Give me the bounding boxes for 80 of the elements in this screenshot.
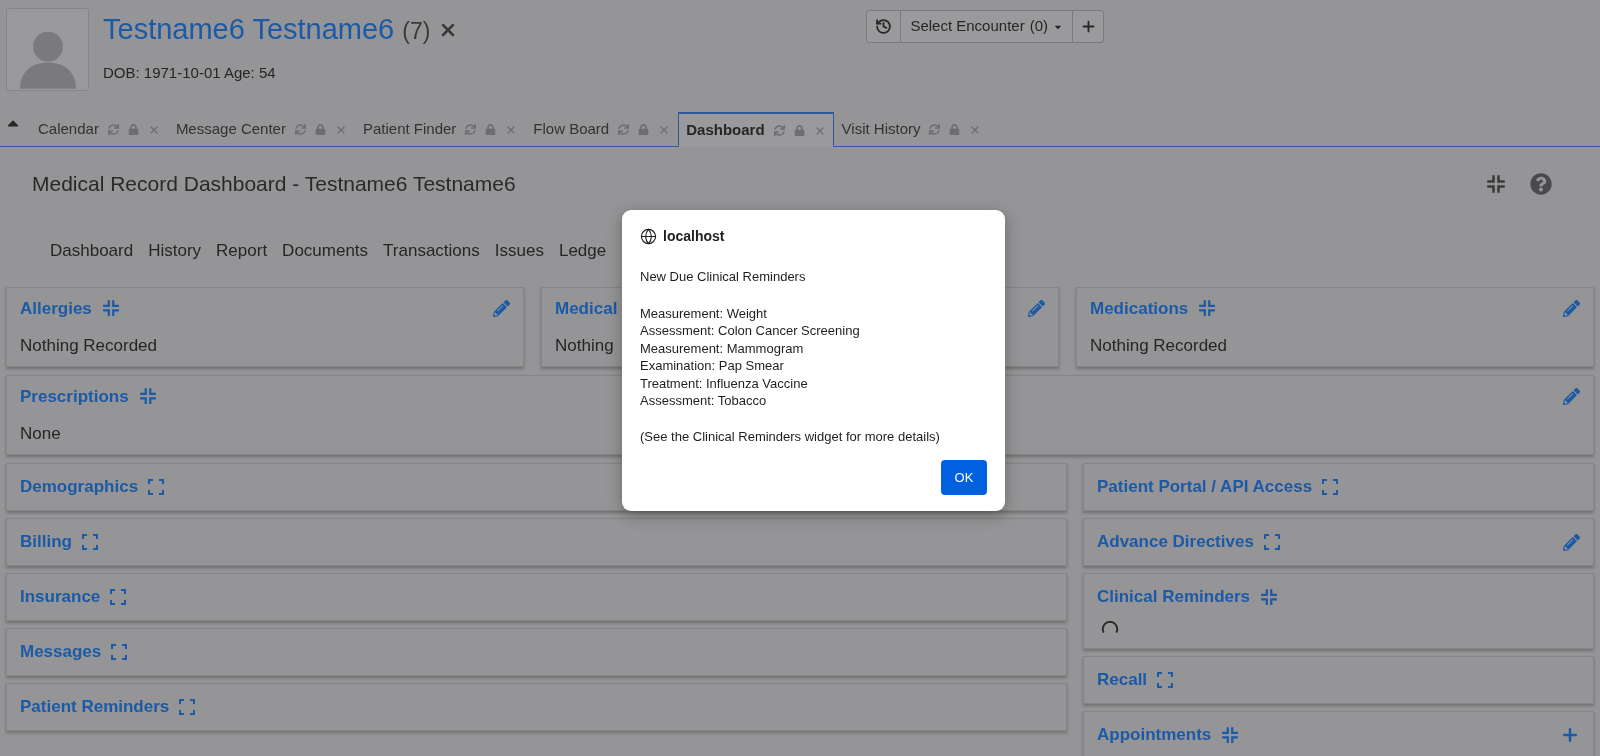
tab[interactable]: Dashboard	[678, 112, 834, 147]
patient-name[interactable]: Testname6 Testname6	[103, 8, 395, 52]
lock-icon[interactable]	[314, 124, 326, 135]
patient-count: (7)	[402, 17, 431, 46]
nav-link[interactable]: Issues	[494, 238, 544, 264]
widget-text: Nothing	[555, 335, 614, 357]
widget-title[interactable]: Appointments	[1097, 722, 1212, 748]
nav-link[interactable]: History	[148, 238, 202, 264]
history-icon	[875, 18, 893, 35]
widget-title[interactable]: Patient Reminders	[20, 694, 170, 720]
expand-icon[interactable]	[81, 534, 98, 550]
collapse-icon[interactable]	[1486, 174, 1506, 194]
lock-icon[interactable]	[485, 124, 497, 135]
expand-icon[interactable]	[1263, 534, 1280, 550]
edit-icon[interactable]	[1563, 387, 1580, 405]
add-icon[interactable]	[1560, 725, 1580, 745]
widget-title[interactable]: Insurance	[20, 584, 101, 610]
edit-icon[interactable]	[493, 299, 510, 317]
tab[interactable]: Message Center	[167, 111, 355, 146]
widget-title[interactable]: Recall	[1097, 667, 1148, 693]
reminder-line: Examination: Pap Smear	[640, 357, 785, 375]
widget-title[interactable]: Allergies	[20, 295, 92, 321]
edit-icon[interactable]	[1028, 299, 1045, 317]
tab[interactable]: Flow Board	[525, 111, 679, 146]
lock-icon[interactable]	[793, 125, 805, 136]
widget-title[interactable]: Messages	[20, 639, 102, 665]
collapse-icon[interactable]	[101, 299, 120, 318]
widget-title[interactable]: Billing	[20, 529, 72, 555]
collapse-icon[interactable]	[1198, 299, 1217, 318]
refresh-icon[interactable]	[465, 124, 477, 135]
refresh-icon[interactable]	[618, 124, 630, 135]
dialog-footer: (See the Clinical Reminders widget for more details)	[640, 426, 987, 446]
tab[interactable]: Visit History	[833, 111, 990, 146]
dialog-heading: New Due Clinical Reminders	[640, 268, 807, 286]
nav-link[interactable]: Dashboard	[50, 238, 134, 264]
edit-icon[interactable]	[1563, 533, 1580, 551]
lock-icon[interactable]	[127, 124, 139, 135]
expand-icon[interactable]	[111, 644, 128, 660]
collapse-icon[interactable]	[138, 387, 157, 406]
refresh-icon[interactable]	[107, 124, 119, 135]
tab[interactable]: Patient Finder	[354, 111, 526, 146]
nav-link[interactable]: Transactions	[383, 238, 480, 264]
refresh-icon[interactable]	[294, 124, 306, 135]
patient-details: DOB: 1971-10-01 Age: 54	[103, 62, 277, 83]
reminder-line: Assessment: Tobacco	[640, 392, 768, 410]
refresh-icon[interactable]	[773, 125, 785, 136]
reminder-line: Measurement: Mammogram	[640, 339, 805, 357]
widget-title[interactable]: Medications	[1090, 295, 1189, 321]
expand-icon[interactable]	[1322, 479, 1339, 495]
widget-title[interactable]: Advance Directives	[1097, 529, 1254, 555]
edit-icon[interactable]	[1563, 299, 1580, 317]
tab[interactable]: Calendar	[30, 111, 168, 146]
nav-link[interactable]: Documents	[282, 238, 369, 264]
expand-icon[interactable]	[179, 699, 196, 715]
lock-icon[interactable]	[949, 124, 961, 135]
lock-icon[interactable]	[638, 124, 650, 135]
widget-title[interactable]: Medical	[555, 295, 618, 321]
expand-icon[interactable]	[110, 589, 127, 605]
widget-title[interactable]: Clinical Reminders	[1097, 584, 1251, 610]
widget-text: Nothing Recorded	[1090, 335, 1228, 357]
expand-icon[interactable]	[148, 479, 165, 495]
reminder-line: Assessment: Colon Cancer Screening	[640, 322, 861, 340]
ok-button[interactable]: OK	[941, 460, 987, 495]
collapse-icon[interactable]	[1260, 588, 1279, 606]
expand-icon[interactable]	[1157, 672, 1174, 688]
help-icon[interactable]	[1530, 173, 1552, 195]
refresh-icon[interactable]	[929, 124, 941, 135]
widget-text: None	[20, 423, 61, 445]
collapse-icon[interactable]	[1221, 726, 1240, 744]
dialog-origin: localhost	[663, 227, 725, 246]
widget-title[interactable]: Demographics	[20, 474, 139, 500]
widget-title[interactable]: Prescriptions	[20, 383, 129, 409]
widget-text: Nothing Recorded	[20, 335, 158, 357]
widget-title[interactable]: Patient Portal / API Access	[1097, 474, 1313, 500]
reminder-line: Treatment: Influenza Vaccine	[640, 374, 809, 392]
nav-link[interactable]: Report	[216, 238, 268, 264]
globe-icon	[640, 228, 657, 245]
nav-link[interactable]: Ledge	[558, 238, 607, 264]
reminder-line: Measurement: Weight	[640, 304, 768, 322]
page-title: Medical Record Dashboard - Testname6 Testname6	[32, 171, 516, 198]
